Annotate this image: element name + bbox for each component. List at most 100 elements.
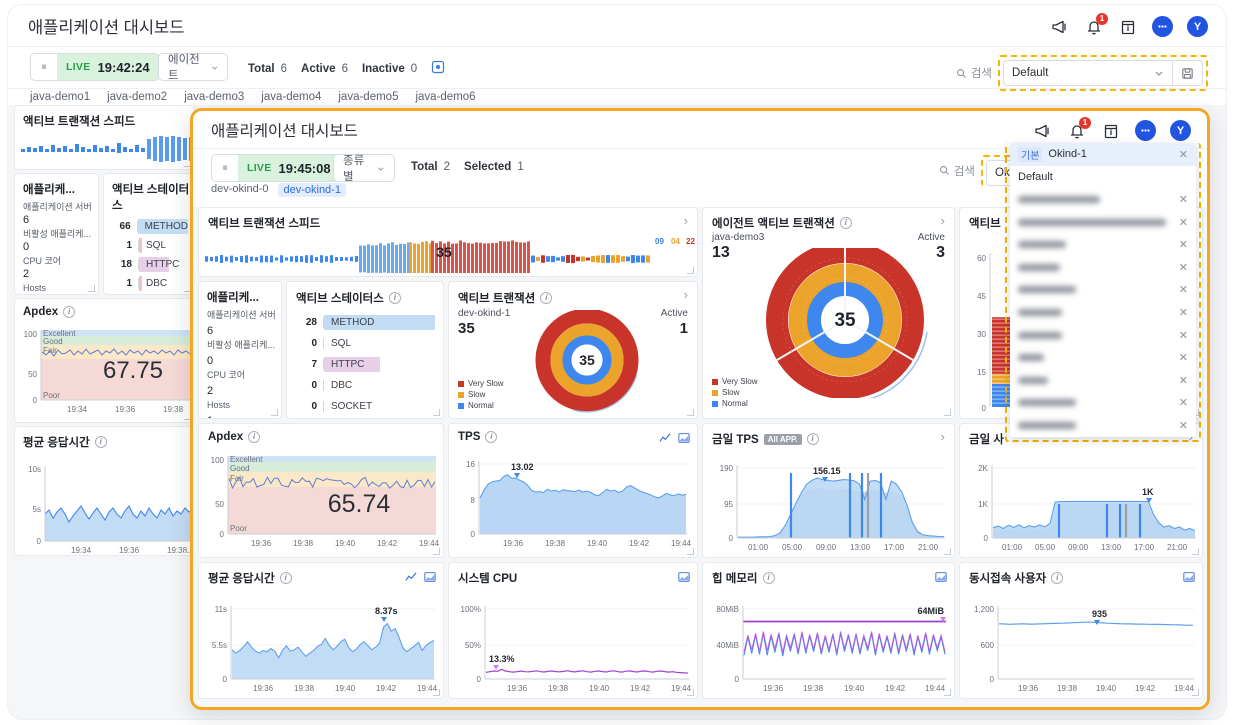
resize-grip[interactable] bbox=[433, 689, 440, 696]
chevron-right-icon[interactable]: › bbox=[684, 213, 688, 228]
dropdown-option-remove-icon[interactable]: ✕ bbox=[1179, 238, 1188, 251]
resize-grip[interactable] bbox=[687, 548, 694, 555]
active-status-row[interactable]: 28 METHOD bbox=[295, 312, 435, 333]
chat-icon[interactable] bbox=[1152, 16, 1173, 37]
info-icon[interactable]: i bbox=[840, 217, 852, 229]
agent-chip[interactable]: java-demo1 bbox=[30, 91, 90, 103]
dropdown-option[interactable]: ✕ bbox=[1010, 324, 1196, 347]
dropdown-option-remove-icon[interactable]: ✕ bbox=[1179, 283, 1188, 296]
dropdown-option-remove-icon[interactable]: ✕ bbox=[1179, 306, 1188, 319]
resize-grip[interactable] bbox=[433, 409, 440, 416]
dropdown-option-remove-icon[interactable]: ✕ bbox=[1179, 374, 1188, 387]
resize-grip[interactable] bbox=[944, 548, 951, 555]
dropdown-option-remove-icon[interactable]: ✕ bbox=[1179, 148, 1188, 161]
calendar-icon[interactable] bbox=[1101, 121, 1121, 141]
megaphone-icon[interactable] bbox=[1050, 17, 1070, 37]
info-icon[interactable]: i bbox=[1051, 572, 1063, 584]
active-status-row[interactable]: 18 HTTPC bbox=[110, 255, 188, 274]
chevron-right-icon[interactable]: › bbox=[941, 429, 945, 444]
area-chart-icon[interactable] bbox=[678, 431, 690, 449]
active-status-row[interactable]: 0 SOCKET bbox=[295, 396, 435, 417]
group-type-select[interactable]: 종류별 bbox=[333, 154, 395, 182]
chevron-right-icon[interactable]: › bbox=[941, 213, 945, 228]
megaphone-icon[interactable] bbox=[1033, 121, 1053, 141]
chat-icon[interactable] bbox=[1135, 120, 1156, 141]
live-clock[interactable]: ⏸ LIVE 19:45:08 bbox=[211, 154, 341, 182]
save-preset-button[interactable] bbox=[1173, 60, 1203, 86]
agent-chip[interactable]: java-demo3 bbox=[184, 91, 244, 103]
pause-icon[interactable]: ⏸ bbox=[31, 54, 57, 80]
dropdown-option-remove-icon[interactable]: ✕ bbox=[1179, 193, 1188, 206]
resize-grip[interactable] bbox=[88, 285, 95, 292]
agent-chip[interactable]: java-demo5 bbox=[338, 91, 398, 103]
area-chart-icon[interactable] bbox=[1183, 570, 1195, 588]
active-status-row[interactable]: 0 SQL bbox=[295, 333, 435, 354]
bell-icon[interactable]: 1 bbox=[1067, 121, 1087, 141]
svg-text:0: 0 bbox=[477, 675, 482, 684]
dropdown-option-remove-icon[interactable]: ✕ bbox=[1179, 419, 1188, 432]
resize-grip[interactable] bbox=[687, 267, 694, 274]
active-status-row[interactable]: 7 HTTPC bbox=[295, 354, 435, 375]
dashboard-preset-select[interactable]: Default bbox=[1003, 60, 1173, 86]
dropdown-option[interactable]: ✕ bbox=[1010, 233, 1196, 256]
resize-grip[interactable] bbox=[1192, 548, 1199, 555]
dropdown-option[interactable]: Default bbox=[1010, 166, 1196, 189]
resize-grip[interactable] bbox=[944, 409, 951, 416]
agent-type-select[interactable]: 에이전트 bbox=[158, 53, 228, 81]
dropdown-option-remove-icon[interactable]: ✕ bbox=[1179, 351, 1188, 364]
dropdown-option[interactable]: ✕ bbox=[1010, 256, 1196, 279]
dropdown-option[interactable]: ✕ bbox=[1010, 414, 1196, 437]
area-chart-icon[interactable] bbox=[424, 570, 436, 588]
avatar[interactable]: Y bbox=[1170, 120, 1191, 141]
group-chip-dev-okind-0[interactable]: dev-okind-0 bbox=[211, 183, 268, 197]
info-icon[interactable]: i bbox=[63, 306, 75, 318]
dropdown-option[interactable]: 기본 Okind-1 ✕ bbox=[1010, 143, 1196, 166]
resize-grip[interactable] bbox=[1192, 689, 1199, 696]
pause-icon[interactable]: ⏸ bbox=[212, 155, 238, 181]
resize-grip[interactable] bbox=[271, 409, 278, 416]
live-clock[interactable]: ⏸ LIVE 19:42:24 bbox=[30, 53, 160, 81]
info-icon[interactable]: i bbox=[485, 431, 497, 443]
active-status-row[interactable]: 0 DBC bbox=[295, 375, 435, 396]
line-chart-icon[interactable] bbox=[659, 431, 671, 449]
info-icon[interactable]: i bbox=[248, 431, 260, 443]
resize-grip[interactable] bbox=[944, 689, 951, 696]
dropdown-option[interactable]: ✕ bbox=[1010, 301, 1196, 324]
agent-chip[interactable]: java-demo2 bbox=[107, 91, 167, 103]
avatar[interactable]: Y bbox=[1187, 16, 1208, 37]
calendar-icon[interactable] bbox=[1118, 17, 1138, 37]
group-chip-dev-okind-1[interactable]: dev-okind-1 bbox=[278, 183, 345, 197]
agent-chip[interactable]: java-demo6 bbox=[415, 91, 475, 103]
active-status-row[interactable]: 0 SOCKET bbox=[110, 293, 188, 295]
dropdown-option[interactable]: ✕ bbox=[1010, 346, 1196, 369]
dropdown-option-remove-icon[interactable]: ✕ bbox=[1179, 216, 1188, 229]
resize-grip[interactable] bbox=[433, 548, 440, 555]
area-chart-icon[interactable] bbox=[935, 570, 947, 588]
bell-icon[interactable]: 1 bbox=[1084, 17, 1104, 37]
dropdown-option-remove-icon[interactable]: ✕ bbox=[1179, 261, 1188, 274]
chevron-right-icon[interactable]: › bbox=[684, 287, 688, 302]
dropdown-option[interactable]: ✕ bbox=[1010, 369, 1196, 392]
dropdown-option[interactable]: ✕ bbox=[1010, 279, 1196, 302]
active-status-row[interactable]: 1 DBC bbox=[110, 274, 188, 293]
info-icon[interactable]: i bbox=[807, 433, 819, 445]
active-status-label: SQL bbox=[331, 338, 351, 349]
dropdown-option-remove-icon[interactable]: ✕ bbox=[1179, 329, 1188, 342]
active-status-row[interactable]: 1 SQL bbox=[110, 236, 188, 255]
dropdown-option[interactable]: ✕ bbox=[1010, 392, 1196, 415]
agent-chip[interactable]: java-demo4 bbox=[261, 91, 321, 103]
dropdown-option[interactable]: ✕ bbox=[1010, 211, 1196, 234]
info-icon[interactable]: i bbox=[280, 572, 292, 584]
info-icon[interactable]: i bbox=[95, 436, 107, 448]
info-icon[interactable]: i bbox=[389, 292, 401, 304]
crosshair-icon[interactable] bbox=[431, 60, 445, 77]
info-icon[interactable]: i bbox=[763, 572, 775, 584]
area-chart-icon[interactable] bbox=[678, 570, 690, 588]
resize-grip[interactable] bbox=[687, 689, 694, 696]
info-icon[interactable]: i bbox=[540, 292, 552, 304]
dropdown-option[interactable]: ✕ bbox=[1010, 188, 1196, 211]
line-chart-icon[interactable] bbox=[405, 570, 417, 588]
resize-grip[interactable] bbox=[687, 409, 694, 416]
active-status-row[interactable]: 66 METHOD bbox=[110, 217, 188, 236]
dropdown-option-remove-icon[interactable]: ✕ bbox=[1179, 396, 1188, 409]
